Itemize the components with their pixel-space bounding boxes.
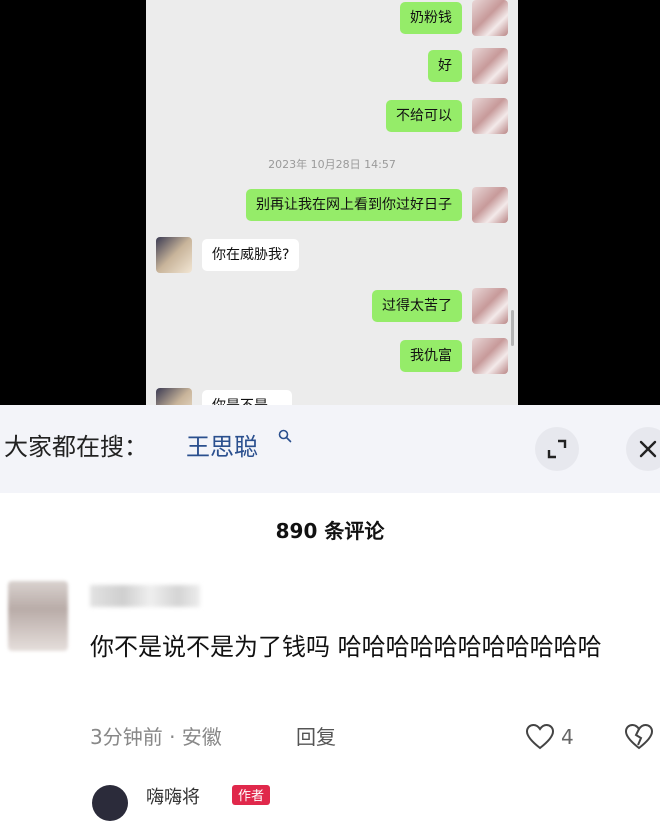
chat-bubble: 过得太苦了 [372,290,462,322]
comment-meta: 3分钟前 · 安徽 [90,725,222,749]
chat-message-other: 你是不是… [156,388,292,405]
dislike-button[interactable] [624,723,654,755]
chat-message-me: 我仇富 [400,338,508,374]
chat-bubble: 别再让我在网上看到你过好日子 [246,189,462,221]
avatar [472,338,508,374]
close-button[interactable] [626,427,660,471]
chat-message-me: 好 [428,48,508,84]
comment-count: 890 条评论 [275,519,385,543]
like-count: 4 [561,725,574,749]
avatar [156,388,192,405]
chat-message-me: 别再让我在网上看到你过好日子 [246,187,508,223]
chat-bubble: 奶粉钱 [400,2,462,34]
username-blurred [90,585,200,607]
chat-bubble: 好 [428,50,462,82]
avatar [156,237,192,273]
search-icon[interactable] [278,429,292,443]
chat-scrollbar [511,310,514,346]
chat-message-me: 过得太苦了 [372,288,508,324]
chat-message-other: 你在威胁我? [156,237,300,273]
chat-message-me: 奶粉钱 [400,0,508,36]
author-badge: 作者 [232,785,271,805]
chat-bubble: 你在威胁我? [202,239,300,271]
trending-search-bar: 大家都在搜： 王思聪 [0,405,660,493]
like-button[interactable]: 4 [525,723,574,751]
broken-heart-icon [624,723,654,750]
avatar [472,187,508,223]
comment-text: 你不是说不是为了钱吗 哈哈哈哈哈哈哈哈哈哈哈 [90,633,602,661]
username[interactable]: 嗨嗨将 [146,783,200,809]
avatar [472,288,508,324]
search-term-link[interactable]: 王思聪 [186,427,258,462]
expand-icon [547,439,567,459]
chat-timestamp: 2023年 10月28日 14:57 [268,158,396,171]
search-label: 大家都在搜： [4,433,148,461]
video-player[interactable]: 奶粉钱 好 不给可以 2023年 10月28日 14:57 别再让我在网上看到你… [0,0,660,405]
chat-bubble: 你是不是… [202,390,292,405]
avatar [472,48,508,84]
avatar [472,98,508,134]
heart-icon [525,723,555,750]
avatar [472,0,508,36]
avatar[interactable] [8,581,68,651]
chat-bubble: 不给可以 [386,100,462,132]
comments-panel: 890 条评论 你不是说不是为了钱吗 哈哈哈哈哈哈哈哈哈哈哈 3分钟前 · 安徽… [0,493,660,821]
chat-screenshot: 奶粉钱 好 不给可以 2023年 10月28日 14:57 别再让我在网上看到你… [146,0,518,405]
avatar[interactable] [92,785,128,821]
chat-message-me: 不给可以 [386,98,508,134]
reply-button[interactable]: 回复 [296,721,336,750]
chat-bubble: 我仇富 [400,340,462,372]
close-icon [639,440,657,458]
expand-button[interactable] [535,427,579,471]
